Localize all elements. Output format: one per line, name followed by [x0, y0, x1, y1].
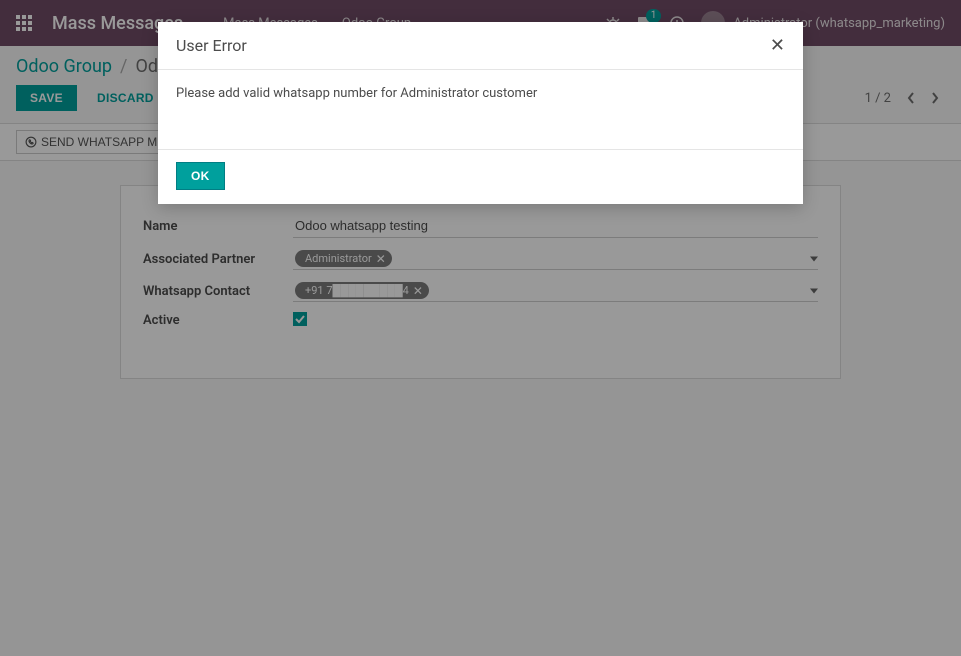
modal-body: Please add valid whatsapp number for Adm… — [158, 69, 803, 150]
modal-backdrop: User Error ✕ Please add valid whatsapp n… — [0, 0, 961, 656]
error-modal: User Error ✕ Please add valid whatsapp n… — [158, 22, 803, 204]
modal-ok-button[interactable]: OK — [176, 162, 225, 190]
modal-close-icon[interactable]: ✕ — [770, 37, 785, 55]
modal-title: User Error — [176, 36, 247, 55]
